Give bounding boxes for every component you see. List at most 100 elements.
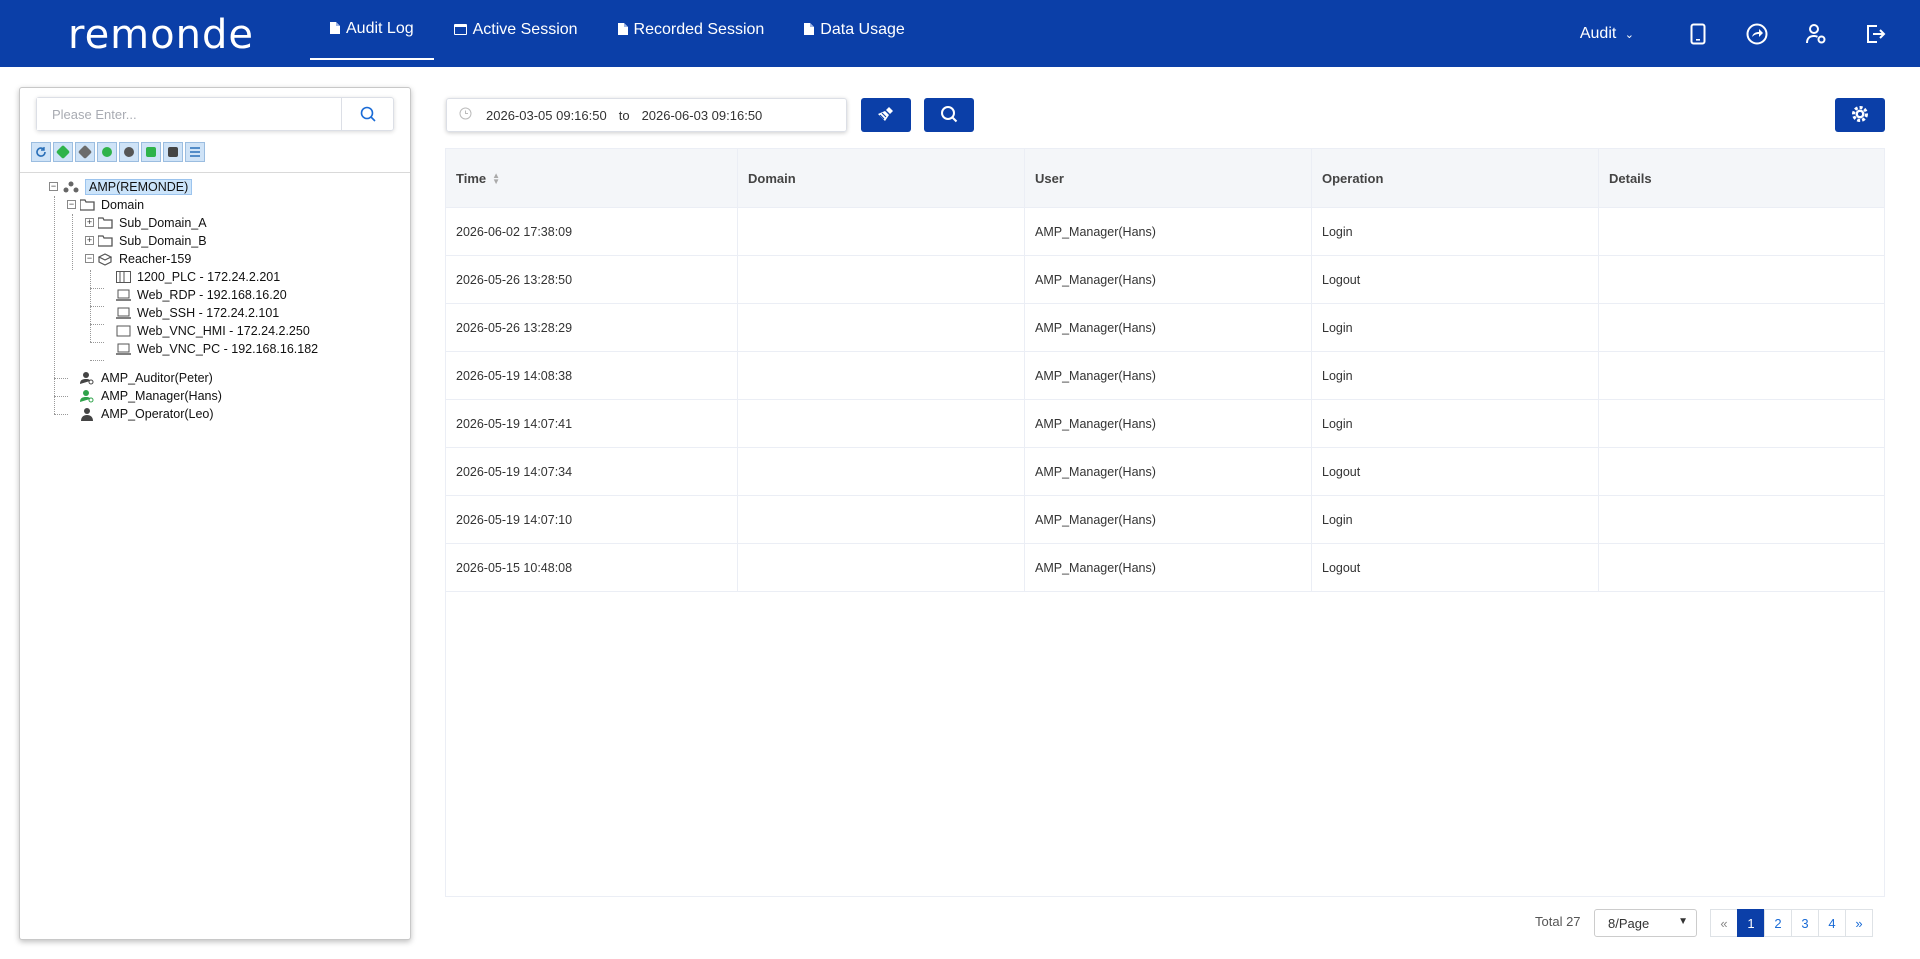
page-button-3[interactable]: 3 <box>1791 909 1819 937</box>
list-icon[interactable] <box>185 142 205 162</box>
collapse-toggle[interactable]: − <box>67 200 76 209</box>
settings-button[interactable] <box>1835 98 1885 132</box>
table-header: Time ▲ ▼ Domain User Operation Details <box>446 149 1884 208</box>
expand-toggle[interactable]: + <box>85 236 94 245</box>
tree-search-input[interactable] <box>37 98 341 130</box>
page-button-4[interactable]: 4 <box>1818 909 1846 937</box>
column-header-label: Details <box>1609 171 1652 186</box>
cell-user: AMP_Manager(Hans) <box>1025 208 1312 256</box>
user-settings-icon[interactable] <box>1802 20 1830 48</box>
role-dropdown-label: Audit <box>1579 24 1617 42</box>
cell-time: 2026-05-19 14:08:38 <box>446 352 738 400</box>
add-device-icon[interactable] <box>97 142 117 162</box>
nav-audit-log[interactable]: Audit Log <box>310 0 434 60</box>
cell-user: AMP_Manager(Hans) <box>1025 400 1312 448</box>
table-row[interactable]: 2026-05-19 14:07:34 AMP_Manager(Hans) Lo… <box>446 448 1884 496</box>
search-button[interactable] <box>924 98 974 132</box>
operator-user-icon <box>79 407 95 421</box>
table-row[interactable]: 2026-05-15 10:48:08 AMP_Manager(Hans) Lo… <box>446 544 1884 592</box>
date-range-picker[interactable]: 2026-03-05 09:16:50 to 2026-06-03 09:16:… <box>446 98 847 132</box>
tree-node-label: AMP_Manager(Hans) <box>101 389 222 403</box>
cell-operation: Login <box>1312 304 1599 352</box>
prev-page-button[interactable]: « <box>1710 909 1738 937</box>
tree-node-sub-domain-b[interactable]: Sub_Domain_B <box>97 232 207 250</box>
tree-node-amp-operator[interactable]: AMP_Operator(Leo) <box>79 405 214 423</box>
sort-icon[interactable]: ▲ ▼ <box>492 171 500 185</box>
table-row[interactable]: 2026-05-19 14:07:41 AMP_Manager(Hans) Lo… <box>446 400 1884 448</box>
search-icon <box>940 105 958 126</box>
add-group-icon[interactable] <box>141 142 161 162</box>
nav-active-session[interactable]: Active Session <box>434 0 598 60</box>
cell-operation: Login <box>1312 352 1599 400</box>
cell-domain <box>738 448 1025 496</box>
table-row[interactable]: 2026-06-02 17:38:09 AMP_Manager(Hans) Lo… <box>446 208 1884 256</box>
monitor-icon <box>115 324 131 338</box>
nav-data-usage-label: Data Usage <box>820 21 905 38</box>
page-size-value: 8/Page <box>1608 915 1650 931</box>
column-header-time[interactable]: Time ▲ ▼ <box>446 149 738 208</box>
tree-node-web-vnc-pc[interactable]: Web_VNC_PC - 192.168.16.182 <box>115 340 318 358</box>
cell-user: AMP_Manager(Hans) <box>1025 448 1312 496</box>
tree-node-domain[interactable]: Domain <box>79 196 144 214</box>
tree-node-label: Web_SSH - 172.24.2.101 <box>137 306 280 320</box>
clear-filter-button[interactable] <box>861 98 911 132</box>
brand-logo[interactable]: remonde <box>68 12 254 58</box>
tree-node-label: Web_VNC_PC - 192.168.16.182 <box>137 342 319 356</box>
tree-node-amp-auditor[interactable]: AMP_Auditor(Peter) <box>79 369 213 387</box>
tree-node-sub-domain-a[interactable]: Sub_Domain_A <box>97 214 207 232</box>
role-dropdown[interactable]: Audit ⌄ <box>1580 25 1634 43</box>
tree-node-web-rdp[interactable]: Web_RDP - 192.168.16.20 <box>115 286 287 304</box>
logout-icon[interactable] <box>1861 20 1889 48</box>
gear-icon <box>1850 104 1870 127</box>
tree-node-web-vnc-hmi[interactable]: Web_VNC_HMI - 172.24.2.250 <box>115 322 310 340</box>
tree-node-web-ssh[interactable]: Web_SSH - 172.24.2.101 <box>115 304 279 322</box>
table-row[interactable]: 2026-05-26 13:28:29 AMP_Manager(Hans) Lo… <box>446 304 1884 352</box>
tree-node-label: 1200_PLC - 172.24.2.201 <box>137 270 281 284</box>
cell-domain <box>738 544 1025 592</box>
cell-user: AMP_Manager(Hans) <box>1025 256 1312 304</box>
tree-node-amp-manager[interactable]: AMP_Manager(Hans) <box>79 387 222 405</box>
nav-data-usage[interactable]: Data Usage <box>784 0 925 60</box>
users-icon[interactable] <box>163 142 183 162</box>
collapse-toggle[interactable]: − <box>85 254 94 263</box>
page-button-2[interactable]: 2 <box>1764 909 1792 937</box>
date-from[interactable]: 2026-03-05 09:16:50 <box>486 108 607 123</box>
add-domain-icon[interactable] <box>53 142 73 162</box>
next-page-button[interactable]: » <box>1845 909 1873 937</box>
table-row[interactable]: 2026-05-19 14:08:38 AMP_Manager(Hans) Lo… <box>446 352 1884 400</box>
search-icon[interactable] <box>341 98 393 130</box>
mobile-icon[interactable] <box>1684 20 1712 48</box>
cell-details <box>1599 400 1884 448</box>
tree-node-reacher-159[interactable]: Reacher-159 <box>97 250 191 268</box>
tree-node-amp-remonde[interactable]: AMP(REMONDE) <box>63 178 193 196</box>
page-size-select[interactable]: 8/Page ▼ <box>1594 909 1697 937</box>
share-arrow-icon[interactable] <box>1743 20 1771 48</box>
cell-operation: Logout <box>1312 544 1599 592</box>
document-icon <box>617 22 628 38</box>
cell-time: 2026-05-19 14:07:41 <box>446 400 738 448</box>
cell-time: 2026-05-15 10:48:08 <box>446 544 738 592</box>
nav-recorded-session[interactable]: Recorded Session <box>598 0 785 60</box>
laptop-icon <box>115 288 131 302</box>
tree-connector <box>54 378 68 379</box>
header-actions: Audit ⌄ <box>1580 0 1920 67</box>
page-button-1[interactable]: 1 <box>1737 909 1765 937</box>
tree-connector <box>90 342 104 343</box>
device-settings-icon[interactable] <box>119 142 139 162</box>
refresh-icon[interactable] <box>31 142 51 162</box>
table-row[interactable]: 2026-05-19 14:07:10 AMP_Manager(Hans) Lo… <box>446 496 1884 544</box>
cell-time: 2026-05-19 14:07:10 <box>446 496 738 544</box>
cell-operation: Login <box>1312 496 1599 544</box>
cell-user: AMP_Manager(Hans) <box>1025 496 1312 544</box>
pagination: « 1 2 3 4 » <box>1710 909 1873 937</box>
date-to[interactable]: 2026-06-03 09:16:50 <box>642 108 763 123</box>
expand-toggle[interactable]: + <box>85 218 94 227</box>
table-row[interactable]: 2026-05-26 13:28:50 AMP_Manager(Hans) Lo… <box>446 256 1884 304</box>
tree-node-1200-plc[interactable]: 1200_PLC - 172.24.2.201 <box>115 268 280 286</box>
add-reacher-icon[interactable] <box>75 142 95 162</box>
folder-open-icon <box>79 198 95 212</box>
column-header-label: Time <box>456 171 487 186</box>
collapse-toggle[interactable]: − <box>49 182 58 191</box>
cell-domain <box>738 256 1025 304</box>
cell-time: 2026-05-19 14:07:34 <box>446 448 738 496</box>
